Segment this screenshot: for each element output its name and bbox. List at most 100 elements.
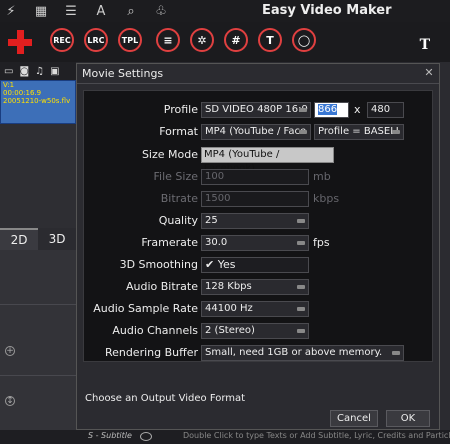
chevron-down-icon — [297, 285, 305, 289]
eye-icon[interactable] — [140, 432, 152, 441]
arrows-icon[interactable]: ↕ — [5, 396, 15, 406]
screen-icon[interactable]: ▭ — [4, 66, 13, 77]
list-circle-icon[interactable]: ≡ — [156, 28, 180, 52]
clip-filename: 20051210-w50s.flv — [3, 97, 71, 105]
format-label: Format — [159, 125, 198, 138]
lrc-button[interactable]: LRC — [84, 28, 108, 52]
dimension-separator: x — [354, 103, 361, 116]
samplerate-row: Audio Sample Rate 44100 Hz — [84, 301, 434, 317]
grid-icon[interactable]: ▦ — [30, 0, 52, 22]
filesize-unit: mb — [313, 170, 331, 183]
movie-settings-dialog: Movie Settings ✕ Profile SD VIDEO 480P 1… — [76, 63, 440, 430]
camera-icon[interactable]: ◙ — [19, 66, 29, 77]
buffer-label: Rendering Buffer — [104, 346, 198, 359]
smoothing-row: 3D Smoothing ✔ Yes — [84, 257, 434, 273]
track-divider — [0, 304, 76, 305]
tab-3d[interactable]: 3D — [38, 228, 76, 250]
samplerate-select[interactable]: 44100 Hz — [201, 301, 309, 317]
chevron-down-icon — [392, 130, 400, 134]
text-a-icon[interactable]: A — [90, 0, 112, 22]
quality-label: Quality — [158, 214, 198, 227]
flower-icon[interactable]: ✲ — [190, 28, 214, 52]
samplerate-label: Audio Sample Rate — [93, 302, 198, 315]
format-hint: Choose an Output Video Format — [85, 393, 246, 404]
search-icon[interactable]: ⌕ — [120, 0, 142, 22]
close-icon[interactable]: ✕ — [423, 67, 435, 79]
buffer-select[interactable]: Small, need 1GB or above memory. — [201, 345, 404, 361]
chevron-down-icon — [297, 307, 305, 311]
bitrate-label: Bitrate — [160, 192, 198, 205]
main-toolbar: REC LRC TPL ≡ ✲ # T ◯ T — [0, 22, 450, 62]
framerate-unit: fps — [313, 236, 330, 249]
audiobitrate-select[interactable]: 128 Kbps — [201, 279, 309, 295]
channels-label: Audio Channels — [112, 324, 198, 337]
filesize-label: File Size — [153, 170, 198, 183]
chevron-down-icon — [297, 219, 305, 223]
view-tabs: 2D 3D — [0, 228, 76, 250]
top-menu-bar: ⚡ ▦ ☰ A ⌕ ♧ Easy Video Maker — [0, 0, 450, 22]
settings-panel: Profile SD VIDEO 480P 16:9 866 x 480 For… — [83, 90, 433, 362]
chevron-down-icon — [299, 108, 307, 112]
audiobitrate-row: Audio Bitrate 128 Kbps — [84, 279, 434, 295]
hash-icon[interactable]: # — [224, 28, 248, 52]
framerate-select[interactable]: 30.0 — [201, 235, 309, 251]
framerate-label: Framerate — [141, 236, 198, 249]
music-icon[interactable]: ♫ — [35, 66, 44, 77]
profile-label: Profile — [163, 103, 198, 116]
chevron-down-icon — [297, 329, 305, 333]
tab-2d[interactable]: 2D — [0, 228, 38, 250]
clip-thumbnail[interactable]: V:1 00:00:16.9 20051210-w50s.flv — [0, 80, 76, 124]
sizemode-label: Size Mode — [141, 148, 198, 161]
profile-select[interactable]: SD VIDEO 480P 16:9 — [201, 102, 311, 118]
shirt-icon[interactable]: ♧ — [150, 0, 172, 22]
smoothing-label: 3D Smoothing — [119, 258, 198, 271]
cancel-button[interactable]: Cancel — [330, 410, 378, 427]
channels-select[interactable]: 2 (Stereo) — [201, 323, 309, 339]
format-select[interactable]: MP4 (YouTube / Face — [201, 124, 311, 140]
magic-wand-icon[interactable]: ⚡ — [0, 0, 22, 22]
sizemode-row: Size Mode MP4 (YouTube / Facebook) — [84, 147, 434, 174]
bitrate-input[interactable]: 1500 — [201, 191, 309, 207]
timeline-tracks: + ↕ — [0, 250, 76, 430]
quality-row: Quality 25 — [84, 213, 434, 229]
quality-select[interactable]: 25 — [201, 213, 309, 229]
user-icon[interactable]: ◯ — [292, 28, 316, 52]
right-panel-edge — [440, 62, 450, 432]
audiobitrate-label: Audio Bitrate — [125, 280, 198, 293]
buffer-row: Rendering Buffer Small, need 1GB or abov… — [84, 345, 434, 361]
format-row: Format MP4 (YouTube / Face Profile = BAS… — [84, 124, 434, 140]
left-panel — [0, 124, 76, 228]
sizemode-select[interactable]: MP4 (YouTube / Facebook) — [201, 147, 334, 174]
text-tool-icon[interactable]: T — [420, 37, 430, 53]
app-window: ⚡ ▦ ☰ A ⌕ ♧ Easy Video Maker REC LRC TPL… — [0, 0, 450, 444]
format-profile-select[interactable]: Profile = BASELI — [314, 124, 404, 140]
bitrate-unit: kbps — [313, 192, 340, 205]
ok-button[interactable]: OK — [386, 410, 430, 427]
chevron-down-icon — [299, 130, 307, 134]
track-divider — [0, 375, 76, 376]
filesize-row: File Size 100 mb — [84, 169, 434, 185]
status-bar: S - Subtitle Double Click to type Texts … — [0, 430, 450, 444]
subtitle-track-label: S - Subtitle — [88, 431, 132, 440]
height-input[interactable]: 480 — [367, 102, 404, 118]
bitrate-row: Bitrate 1500 kbps — [84, 191, 434, 207]
channels-row: Audio Channels 2 (Stereo) — [84, 323, 434, 339]
smoothing-checkbox[interactable]: ✔ Yes — [201, 257, 309, 273]
dialog-title: Movie Settings — [77, 64, 439, 84]
app-title: Easy Video Maker — [262, 3, 392, 18]
clip-track: V:1 — [3, 81, 15, 89]
plus-circle-icon[interactable]: + — [5, 346, 15, 356]
media-toolbar: ▭ ◙ ♫ ▣ — [0, 62, 76, 80]
text-icon[interactable]: T — [258, 28, 282, 52]
width-input[interactable]: 866 — [314, 102, 349, 118]
add-icon[interactable] — [6, 28, 34, 56]
rec-button[interactable]: REC — [50, 28, 74, 52]
timeline-hint[interactable]: Double Click to type Texts or Add Subtit… — [183, 431, 450, 440]
chevron-down-icon — [392, 351, 400, 355]
list-icon[interactable]: ☰ — [60, 0, 82, 22]
tpl-button[interactable]: TPL — [118, 28, 142, 52]
chevron-down-icon — [297, 241, 305, 245]
clip-duration: 00:00:16.9 — [3, 89, 42, 97]
tile-icon[interactable]: ▣ — [50, 66, 59, 77]
filesize-input[interactable]: 100 — [201, 169, 309, 185]
